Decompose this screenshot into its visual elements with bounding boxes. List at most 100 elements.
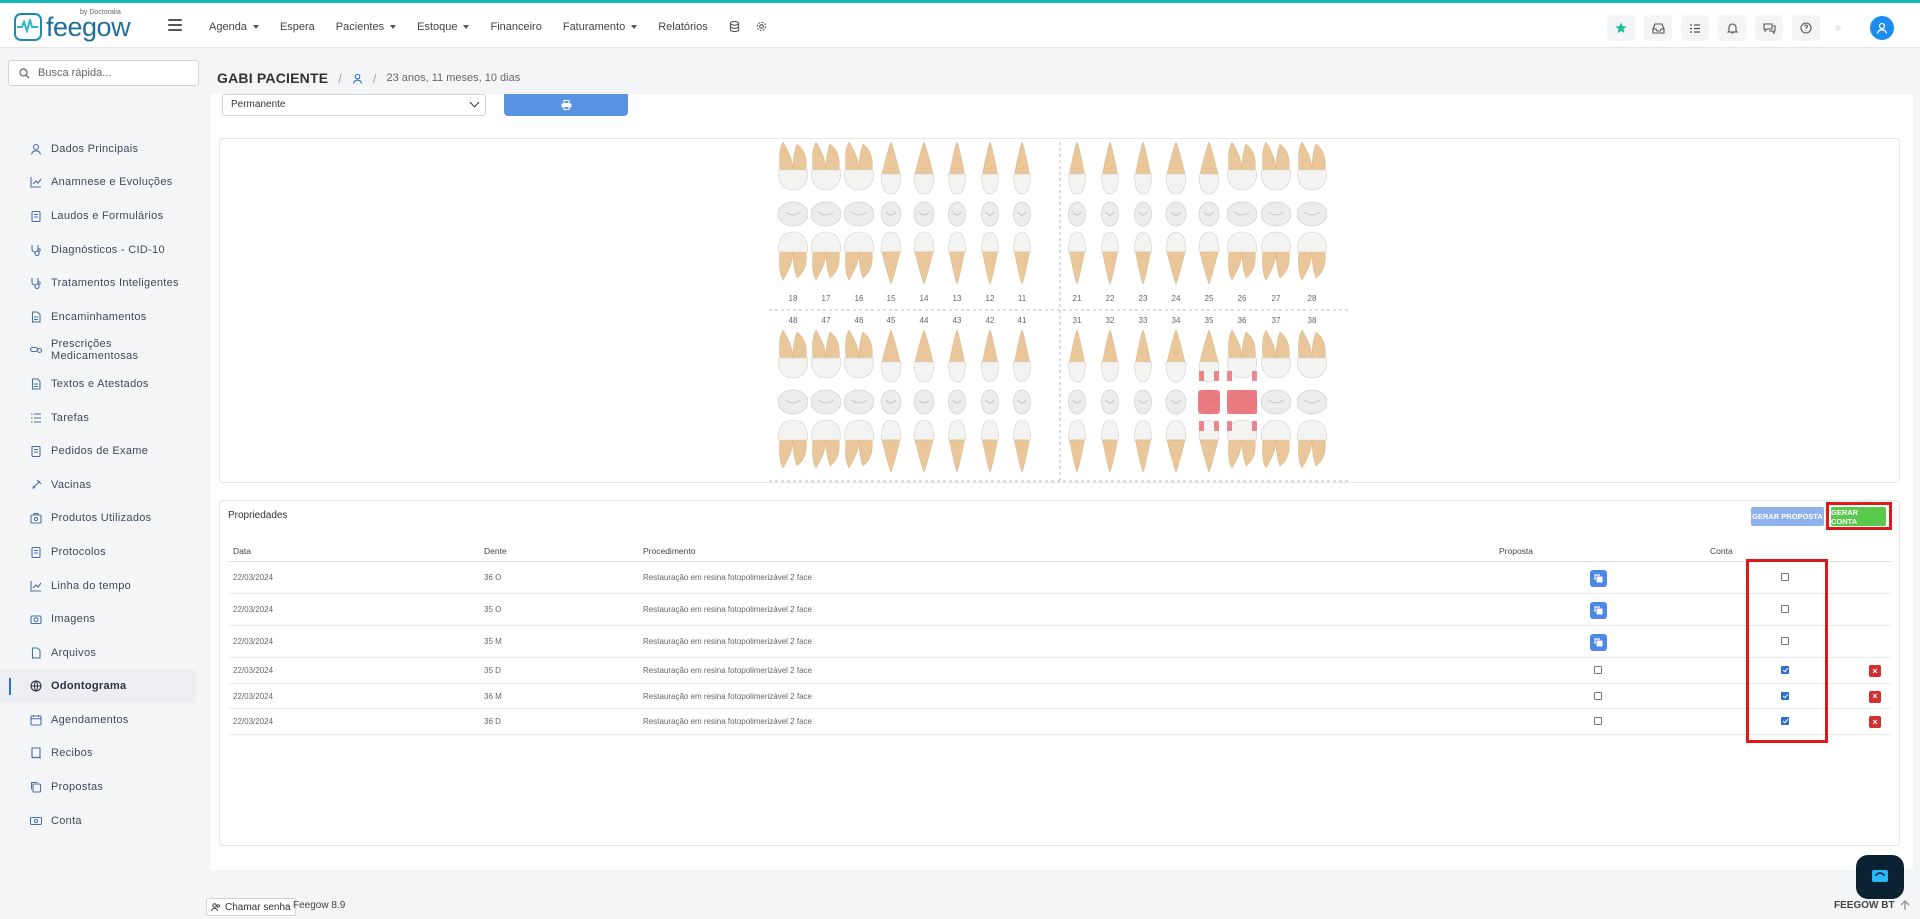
sidebar-item-label: Arquivos — [51, 646, 97, 659]
sidebar-item-tratamentos-inteligentes[interactable]: Tratamentos Inteligentes — [0, 266, 196, 300]
menu-financeiro[interactable]: Financeiro — [490, 21, 541, 33]
sidebar-item-label: Encaminhamentos — [51, 310, 147, 323]
tooth-31[interactable] — [1062, 329, 1092, 483]
menu-espera[interactable]: Espera — [280, 21, 315, 33]
tooth-number-label: 15 — [886, 294, 896, 303]
proposal-checkbox[interactable] — [1594, 666, 1602, 674]
cell-data: 22/03/2024 — [233, 717, 274, 726]
call-password-button[interactable]: Chamar senha — [206, 898, 296, 916]
sidebar-item-diagnosticos-cid-10[interactable]: Diagnósticos - CID-10 — [0, 233, 196, 267]
tooth-11[interactable] — [1007, 141, 1037, 295]
tooth-35[interactable] — [1194, 329, 1224, 483]
tooth-12[interactable] — [975, 141, 1005, 295]
checklist-icon[interactable] — [1681, 15, 1709, 41]
tooth-21[interactable] — [1062, 141, 1092, 295]
menu-toggle-icon[interactable] — [168, 19, 182, 31]
tooth-43[interactable] — [942, 329, 972, 483]
menu-faturamento[interactable]: Faturamento — [563, 21, 638, 33]
sidebar-item-protocolos[interactable]: Protocolos — [0, 535, 196, 569]
sidebar-item-linha-do-tempo[interactable]: Linha do tempo — [0, 569, 196, 603]
tooth-28[interactable] — [1296, 141, 1328, 295]
proposal-checkbox[interactable] — [1594, 717, 1602, 725]
sidebar-item-agendamentos[interactable]: Agendamentos — [0, 703, 196, 737]
tooth-46[interactable] — [843, 329, 875, 483]
sidebar-item-anamnese-e-evolucoes[interactable]: Anamnese e Evoluções — [0, 166, 196, 200]
scroll-top-icon[interactable] — [1898, 898, 1912, 912]
database-icon[interactable] — [729, 21, 740, 32]
menu-relatorios-label: Relatórios — [658, 21, 708, 33]
menu-estoque[interactable]: Estoque — [417, 21, 470, 33]
chat-widget-button[interactable] — [1856, 855, 1904, 899]
chat-icon[interactable] — [1755, 15, 1783, 41]
tooth-22[interactable] — [1095, 141, 1125, 295]
generate-proposal-button[interactable]: GERAR PROPOSTA — [1751, 507, 1824, 526]
tooth-27[interactable] — [1260, 141, 1292, 295]
tooth-13[interactable] — [942, 141, 972, 295]
tooth-26[interactable] — [1226, 141, 1258, 295]
tooth-38[interactable] — [1296, 329, 1328, 483]
sidebar-item-prescricoes-medicamentosas[interactable]: Prescrições Medicamentosas — [0, 334, 196, 368]
tooth-15[interactable] — [876, 141, 906, 295]
gear-icon[interactable] — [756, 21, 767, 32]
menu-pacientes[interactable]: Pacientes — [336, 21, 397, 33]
col-header-dente: Dente — [484, 546, 507, 556]
sidebar-item-imagens[interactable]: Imagens — [0, 602, 196, 636]
tooth-32[interactable] — [1095, 329, 1125, 483]
delete-row-button[interactable]: × — [1869, 665, 1881, 677]
sidebar-item-produtos-utilizados[interactable]: Produtos Utilizados — [0, 502, 196, 536]
dentition-select[interactable]: Permanente — [222, 94, 486, 116]
menu-relatorios[interactable]: Relatórios — [658, 21, 708, 33]
sidebar-item-propostas[interactable]: Propostas — [0, 770, 196, 804]
logo-text: feegow — [46, 12, 131, 42]
tooth-17[interactable] — [810, 141, 842, 295]
tooth-16[interactable] — [843, 141, 875, 295]
sidebar-item-arquivos[interactable]: Arquivos — [0, 636, 196, 670]
sidebar-item-tarefas[interactable]: Tarefas — [0, 401, 196, 435]
copy-icon — [1594, 574, 1603, 583]
printer-icon — [561, 100, 571, 110]
search-box[interactable]: Busca rápida... — [8, 60, 199, 86]
tooth-42[interactable] — [975, 329, 1005, 483]
sidebar-item-laudos-e-formularios[interactable]: Laudos e Formulários — [0, 199, 196, 233]
delete-row-button[interactable]: × — [1869, 690, 1881, 703]
add-to-proposal-button[interactable] — [1590, 570, 1607, 587]
tooth-47[interactable] — [810, 329, 842, 483]
delete-row-button[interactable]: × — [1869, 716, 1881, 728]
feegow-logo[interactable]: feegow by Doctoralia — [14, 9, 131, 42]
tooth-18[interactable] — [777, 141, 809, 295]
tooth-25[interactable] — [1194, 141, 1224, 295]
tooth-45[interactable] — [876, 329, 906, 483]
sidebar-item-conta[interactable]: Conta — [0, 804, 196, 838]
top-right-tools — [1607, 15, 1894, 41]
proposal-checkbox[interactable] — [1594, 691, 1602, 700]
menu-financeiro-label: Financeiro — [490, 21, 542, 33]
add-to-proposal-button[interactable] — [1590, 602, 1607, 619]
avatar[interactable] — [1870, 16, 1894, 40]
tooth-37[interactable] — [1260, 329, 1292, 483]
sidebar-item-dados-principais[interactable]: Dados Principais — [0, 132, 196, 166]
bell-icon[interactable] — [1718, 15, 1746, 41]
patient-user-icon[interactable] — [352, 73, 363, 84]
tooth-41[interactable] — [1007, 329, 1037, 483]
tooth-44[interactable] — [909, 329, 939, 483]
tooth-14[interactable] — [909, 141, 939, 295]
tooth-34[interactable] — [1161, 329, 1191, 483]
inbox-icon[interactable] — [1644, 15, 1672, 41]
tooth-33[interactable] — [1128, 329, 1158, 483]
star-icon[interactable] — [1607, 15, 1635, 41]
print-button[interactable] — [504, 94, 628, 116]
help-icon[interactable] — [1792, 15, 1820, 41]
tooth-23[interactable] — [1128, 141, 1158, 295]
sidebar-item-vacinas[interactable]: Vacinas — [0, 468, 196, 502]
tooth-48[interactable] — [777, 329, 809, 483]
sidebar-item-encaminhamentos[interactable]: Encaminhamentos — [0, 300, 196, 334]
sidebar-item-recibos[interactable]: Recibos — [0, 737, 196, 771]
sidebar-item-odontograma[interactable]: Odontograma — [0, 669, 196, 704]
search-input[interactable]: Busca rápida... — [38, 67, 111, 79]
add-to-proposal-button[interactable] — [1590, 634, 1607, 651]
sidebar-item-textos-e-atestados[interactable]: Textos e Atestados — [0, 367, 196, 401]
menu-agenda[interactable]: Agenda — [209, 21, 259, 33]
tooth-24[interactable] — [1161, 141, 1191, 295]
tooth-36[interactable] — [1226, 329, 1258, 483]
sidebar-item-pedidos-de-exame[interactable]: Pedidos de Exame — [0, 434, 196, 468]
